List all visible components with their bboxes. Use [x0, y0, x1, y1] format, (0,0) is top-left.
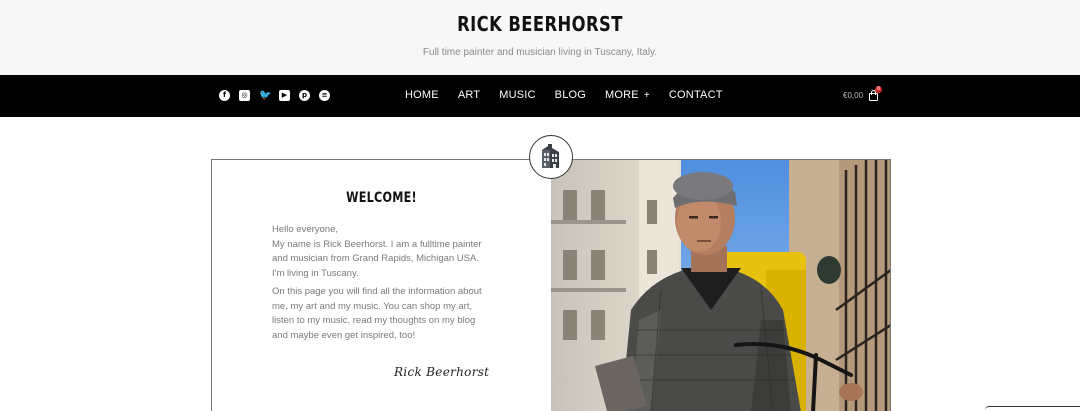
spotify-icon[interactable]: ≡	[319, 90, 330, 101]
social-links: f ◎ 🐦 ▶ p ≡	[219, 90, 330, 101]
nav-contact[interactable]: CONTACT	[669, 89, 723, 101]
nav-art[interactable]: ART	[458, 89, 480, 101]
twitter-icon[interactable]: 🐦	[259, 90, 271, 101]
text-line: My name is Rick Beerhorst. I am a fullti…	[272, 238, 482, 250]
welcome-box: WELCOME! Hello everyone, My name is Rick…	[211, 159, 552, 411]
pinterest-icon[interactable]: p	[299, 90, 310, 101]
welcome-text: Hello everyone, My name is Rick Beerhors…	[272, 223, 497, 347]
site-tagline: Full time painter and musician living in…	[422, 47, 658, 58]
site-title[interactable]: RICK BEERHORST	[97, 12, 983, 36]
building-logo-icon	[529, 135, 573, 179]
welcome-paragraph-1: Hello everyone, My name is Rick Beerhors…	[272, 223, 497, 281]
text-line: and musician from Grand Rapids, Michigan…	[272, 253, 479, 264]
cart-total: €0,00	[843, 90, 864, 100]
text-line: On this page you will find all the infor…	[272, 286, 482, 297]
welcome-paragraph-2: On this page you will find all the infor…	[272, 285, 497, 343]
instagram-icon[interactable]: ◎	[239, 90, 250, 101]
main-menu: HOME ART MUSIC BLOG MORE + CONTACT	[405, 89, 723, 101]
facebook-icon[interactable]: f	[219, 90, 230, 101]
shopping-bag-icon[interactable]: 0	[869, 86, 883, 101]
corner-widget	[985, 406, 1080, 411]
text-line: me, my art and my music. You can shop my…	[272, 300, 473, 312]
nav-music[interactable]: MUSIC	[499, 89, 535, 101]
nav-blog[interactable]: BLOG	[555, 89, 586, 101]
youtube-icon[interactable]: ▶	[279, 90, 290, 101]
text-line: I'm living in Tuscany.	[272, 267, 359, 279]
text-line: listen to my music, read my thoughts on …	[272, 315, 476, 326]
site-header: RICK BEERHORST Full time painter and mus…	[0, 0, 1080, 75]
nav-more-label: MORE	[605, 89, 639, 101]
cart-widget[interactable]: €0,00 0	[843, 86, 883, 101]
plus-icon: +	[643, 90, 650, 101]
welcome-title: WELCOME!	[346, 190, 417, 206]
cart-count-badge: 0	[875, 86, 883, 93]
text-line: Hello everyone,	[272, 224, 339, 235]
nav-home[interactable]: HOME	[405, 89, 439, 101]
navbar: f ◎ 🐦 ▶ p ≡ HOME ART MUSIC BLOG MORE + CO…	[0, 75, 1080, 117]
portrait-photo	[551, 159, 891, 411]
nav-more[interactable]: MORE +	[605, 89, 650, 101]
text-line: and maybe even get inspired, too!	[272, 329, 416, 341]
signature: Rick Beerhorst	[394, 365, 490, 379]
